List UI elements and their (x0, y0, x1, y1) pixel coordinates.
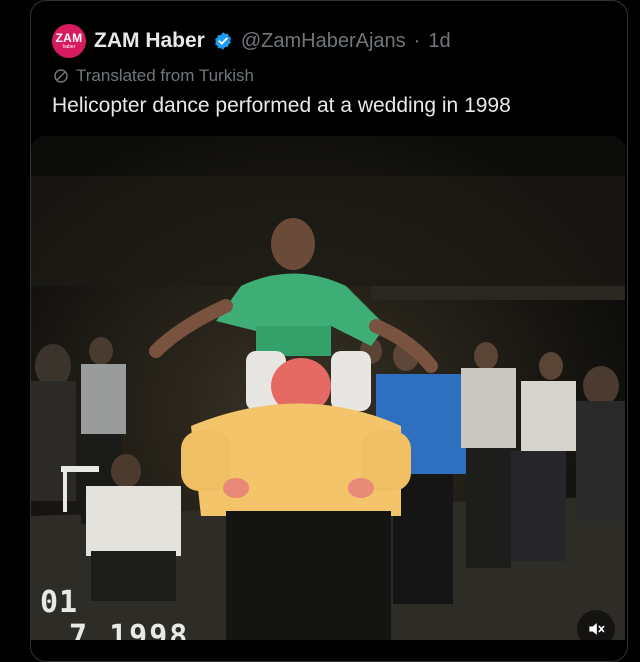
avatar[interactable]: ZAM haber (52, 24, 86, 58)
timestamp[interactable]: 1d (428, 30, 450, 53)
video-frame (31, 136, 625, 640)
video-date-day: 01 (40, 585, 79, 620)
volume-icon (589, 623, 605, 635)
handle[interactable]: @ZamHaberAjans (241, 30, 406, 53)
avatar-text: ZAM (55, 30, 83, 45)
display-name[interactable]: ZAM Haber (94, 29, 205, 53)
volume-button[interactable] (577, 610, 615, 640)
translated-label[interactable]: Translated from Turkish (52, 66, 254, 86)
verified-badge-icon (214, 32, 231, 50)
tweet-text: Helicopter dance performed at a wedding … (52, 94, 511, 117)
video-date-month-year: 7 1998 (69, 619, 190, 641)
video-player[interactable]: 01 7 1998 (31, 136, 625, 640)
separator: · (413, 29, 421, 52)
translate-icon (54, 69, 68, 83)
tweet-header: ZAM haber ZAM Haber @ZamHaberAjans · 1d (52, 24, 451, 58)
avatar-subtext: haber (62, 43, 76, 50)
translated-text: Translated from Turkish (76, 66, 254, 85)
